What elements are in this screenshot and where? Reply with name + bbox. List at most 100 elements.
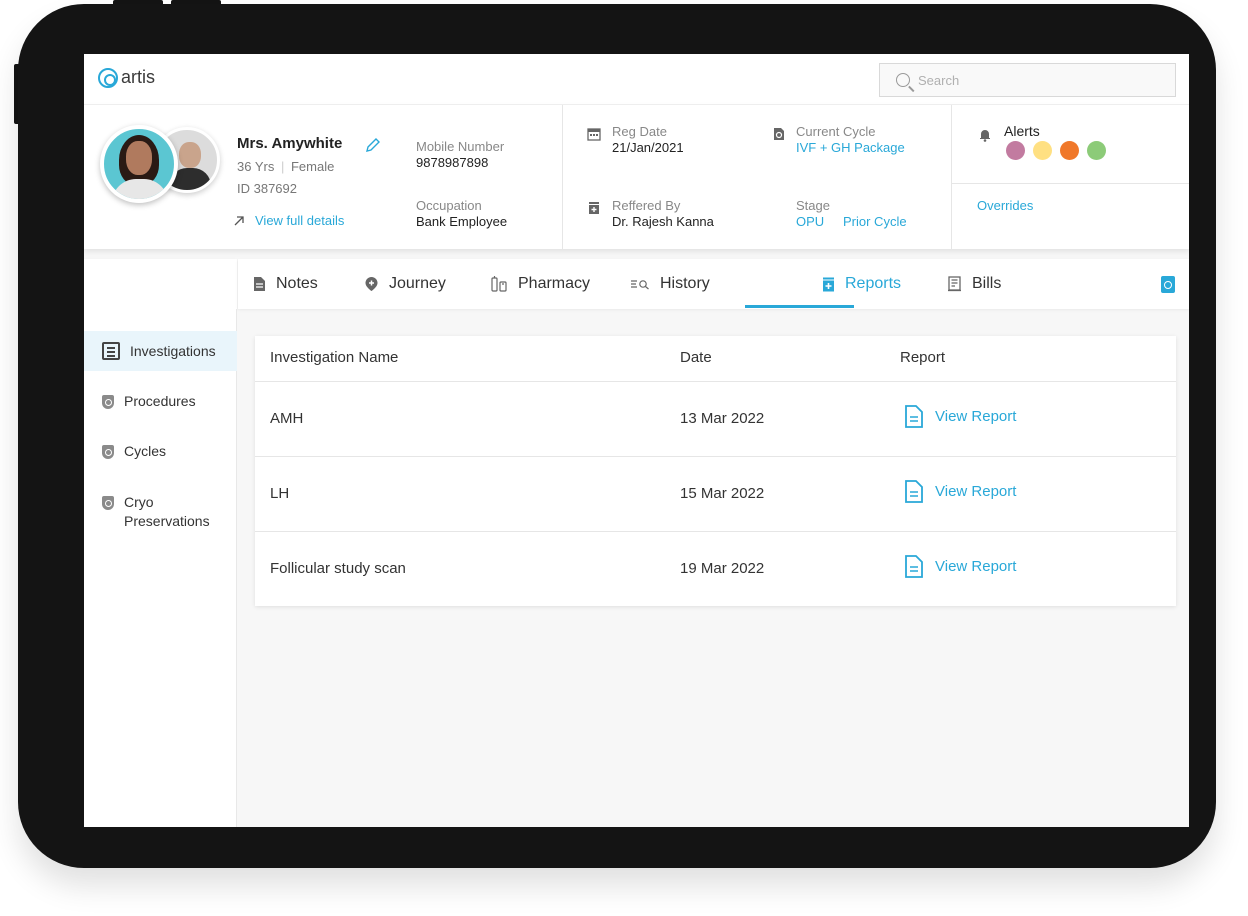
arrow-up-right-icon — [234, 215, 244, 225]
note-icon — [254, 277, 265, 291]
alert-dot[interactable] — [1033, 141, 1052, 160]
view-report-link[interactable]: View Report — [905, 480, 1016, 503]
patient-age: 36 Yrs — [237, 159, 275, 174]
shield-icon — [102, 395, 114, 409]
cycle-icon — [774, 128, 784, 140]
tab-journey[interactable]: Journey — [364, 259, 446, 309]
search-placeholder: Search — [918, 72, 960, 88]
alert-dots — [1006, 141, 1106, 160]
sidebar-item-procedures[interactable]: Procedures — [84, 392, 237, 411]
current-cycle-label: Current Cycle — [796, 124, 876, 139]
location-icon — [365, 277, 378, 291]
search-icon — [896, 73, 910, 87]
overrides-link[interactable]: Overrides — [977, 198, 1033, 213]
view-full-details-label: View full details — [255, 213, 345, 228]
tab-label: History — [660, 275, 710, 292]
report-icon — [823, 277, 834, 291]
edit-icon[interactable] — [365, 137, 381, 153]
patient-header: Mrs. Amywhite 36 Yrs | Female ID 387692 … — [84, 104, 1189, 250]
column-header-name: Investigation Name — [270, 349, 399, 366]
document-search-icon[interactable] — [1161, 276, 1175, 293]
stage-opu[interactable]: OPU — [796, 214, 824, 229]
investigation-date: 15 Mar 2022 — [680, 485, 765, 502]
referred-by-label: Reffered By — [612, 198, 681, 213]
sidebar-item-label: Cryo Preservations — [124, 494, 210, 529]
patient-avatar — [100, 125, 178, 203]
medicine-icon — [491, 276, 507, 292]
sidebar-item-cryo-preservations[interactable]: Cryo Preservations — [84, 493, 237, 531]
tab-label: Notes — [276, 275, 318, 292]
tab-pharmacy[interactable]: Pharmacy — [490, 259, 590, 309]
tab-label: Pharmacy — [518, 275, 591, 292]
document-icon — [905, 480, 923, 503]
investigation-date: 19 Mar 2022 — [680, 560, 765, 577]
app-screen: artis Search Mrs. Amywhite 36 Yrs | Fema… — [84, 54, 1189, 827]
tab-bar: Notes Journey Pharmacy History Reports B… — [238, 259, 1189, 309]
sidebar-item-label: Cycles — [124, 443, 167, 459]
referred-by-value: Dr. Rajesh Kanna — [612, 214, 714, 229]
calendar-icon — [587, 128, 601, 141]
investigation-date: 13 Mar 2022 — [680, 410, 765, 427]
logo-icon — [98, 67, 118, 88]
shield-icon — [102, 496, 114, 510]
patient-name: Mrs. Amywhite — [237, 135, 343, 152]
view-report-label: View Report — [935, 558, 1017, 575]
table-row: Follicular study scan 19 Mar 2022 View R… — [255, 531, 1176, 606]
separator: | — [280, 159, 285, 174]
tablet-frame: artis Search Mrs. Amywhite 36 Yrs | Fema… — [18, 4, 1216, 868]
table-row: LH 15 Mar 2022 View Report — [255, 456, 1176, 531]
document-icon — [905, 405, 923, 428]
tab-bills[interactable]: Bills — [947, 259, 1001, 309]
top-bar: artis Search — [84, 54, 1189, 104]
app-logo[interactable]: artis — [98, 67, 155, 88]
reg-date-label: Reg Date — [612, 124, 667, 139]
investigation-name: AMH — [270, 410, 304, 427]
view-full-details-link[interactable]: View full details — [233, 213, 344, 228]
column-header-date: Date — [680, 349, 712, 366]
bill-icon — [948, 276, 961, 292]
tab-label: Reports — [845, 275, 902, 292]
occupation-label: Occupation — [416, 198, 482, 213]
sidebar-item-label: Investigations — [130, 342, 216, 359]
alert-dot[interactable] — [1087, 141, 1106, 160]
tab-label: Journey — [389, 275, 446, 292]
sidebar-item-cycles[interactable]: Cycles — [84, 442, 237, 461]
tabbar-spacer — [84, 259, 237, 309]
table-row: AMH 13 Mar 2022 View Report — [255, 381, 1176, 456]
search-input[interactable]: Search — [879, 63, 1176, 97]
mobile-value: 9878987898 — [416, 155, 489, 170]
tab-reports[interactable]: Reports — [822, 259, 901, 309]
stage-label: Stage — [796, 198, 830, 213]
active-tab-indicator — [745, 305, 854, 308]
view-report-label: View Report — [935, 408, 1017, 425]
tab-history[interactable]: History — [630, 259, 710, 309]
investigation-name: LH — [270, 485, 290, 502]
tab-notes[interactable]: Notes — [253, 259, 318, 309]
referral-icon — [589, 202, 599, 214]
divider — [562, 105, 563, 250]
shield-icon — [102, 445, 114, 459]
tab-label: Bills — [972, 275, 1002, 292]
history-icon — [631, 280, 649, 290]
view-report-link[interactable]: View Report — [905, 555, 1016, 578]
alerts-label: Alerts — [1004, 123, 1040, 139]
alert-dot[interactable] — [1060, 141, 1079, 160]
sidebar: Investigations Procedures Cycles Cryo Pr… — [84, 309, 237, 827]
investigation-icon — [102, 342, 120, 360]
occupation-value: Bank Employee — [416, 214, 508, 229]
current-cycle-value[interactable]: IVF + GH Package — [796, 140, 905, 155]
document-icon — [905, 555, 923, 578]
column-header-report: Report — [900, 349, 946, 366]
sidebar-item-investigations[interactable]: Investigations — [84, 331, 237, 371]
investigations-table: Investigation Name Date Report AMH 13 Ma… — [255, 336, 1176, 606]
patient-id: ID 387692 — [237, 181, 297, 196]
stage-prior-cycle[interactable]: Prior Cycle — [843, 214, 907, 229]
alert-dot[interactable] — [1006, 141, 1025, 160]
sidebar-item-label: Procedures — [124, 393, 196, 409]
reg-date-value: 21/Jan/2021 — [612, 140, 684, 155]
divider — [952, 183, 1189, 184]
view-report-link[interactable]: View Report — [905, 405, 1016, 428]
view-report-label: View Report — [935, 483, 1017, 500]
divider — [951, 105, 952, 250]
mobile-label: Mobile Number — [416, 139, 505, 154]
